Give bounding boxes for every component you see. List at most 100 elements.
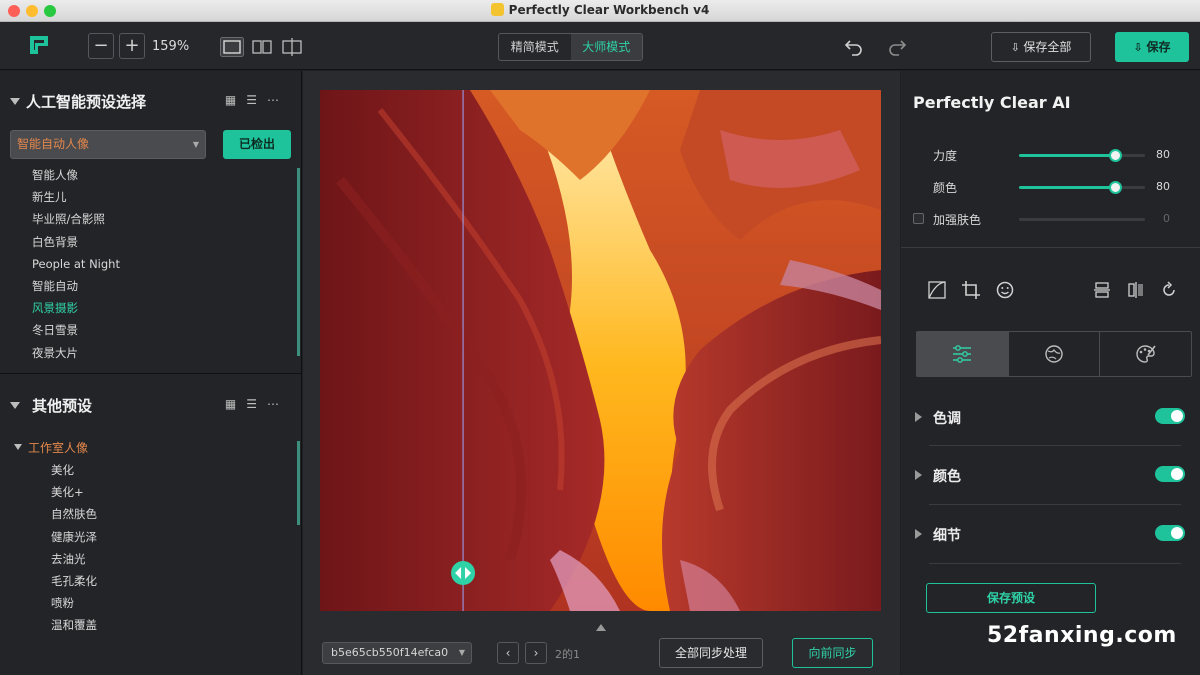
detail-section[interactable]: 细节 [901,519,1200,549]
other-list-scrollbar[interactable] [297,441,300,525]
file-select[interactable]: b5e65cb550f14efca0 ▼ [322,642,472,664]
section-label: 细节 [933,528,961,544]
single-view-icon[interactable] [220,37,244,57]
main-toolbar: − + 159% 精简模式 大师模式 ⇩ 保存全部 ⇩ 保存 [0,22,1200,70]
simple-mode-tab[interactable]: 精简模式 [499,34,571,60]
studio-preset-item[interactable]: 温和覆盖 [51,614,97,636]
ai-preset-item[interactable]: 毕业照/合影照 [32,208,120,230]
master-mode-tab[interactable]: 大师模式 [570,34,642,60]
color-slider-row: 颜色 80 [901,177,1200,197]
studio-preset-list: 美化 美化+ 自然肤色 健康光泽 去油光 毛孔柔化 喷粉 温和覆盖 [51,459,97,637]
studio-preset-item[interactable]: 美化+ [51,481,97,503]
ai-preset-item[interactable]: 白色背景 [32,231,120,253]
studio-preset-item[interactable]: 毛孔柔化 [51,570,97,592]
adjust-tab[interactable] [917,332,1009,376]
zoom-in-button[interactable]: + [119,33,145,59]
list-view-icon[interactable]: ☰ [246,93,267,107]
skin-enhance-slider-row: 加强肤色 0 [901,209,1200,229]
zoom-level: 159% [152,39,190,54]
slider-label: 加强肤色 [933,213,982,227]
save-preset-button[interactable]: 保存预设 [926,583,1096,613]
ai-preset-item[interactable]: 智能人像 [32,164,120,186]
color-section[interactable]: 颜色 [901,460,1200,490]
collapse-caret-icon [10,402,20,409]
slider-handle[interactable] [1108,149,1122,162]
skin-enhance-slider[interactable] [1019,218,1145,221]
undo-icon[interactable] [844,36,864,56]
more-icon[interactable]: ⋯ [267,93,289,107]
other-preset-section-header[interactable]: 其他预设 [10,395,92,416]
slider-handle[interactable] [1108,181,1122,194]
ai-preset-item[interactable]: 夜景大片 [32,342,120,364]
dropdown-arrow-icon: ▼ [192,140,199,149]
grid-view-icon[interactable]: ▦ [225,93,246,107]
strength-slider-row: 力度 80 [901,145,1200,165]
preset-group-studio-portrait[interactable]: 工作室人像 [14,437,88,459]
flip-horizontal-icon[interactable] [1127,281,1145,299]
studio-preset-item[interactable]: 去油光 [51,548,97,570]
window-title: Perfectly Clear Workbench v4 [0,3,1200,17]
slider-fill [1019,186,1115,189]
detail-toggle[interactable] [1155,525,1185,541]
ai-preset-list: 智能人像 新生儿 毕业照/合影照 白色背景 People at Night 智能… [32,164,120,364]
split-view-icon[interactable] [280,37,304,57]
ai-preset-section-header[interactable]: 人工智能预设选择 [10,91,146,112]
list-view-icon[interactable]: ☰ [246,397,267,411]
next-image-button[interactable]: › [525,642,547,664]
group-caret-icon [14,444,22,450]
tone-toggle[interactable] [1155,408,1185,424]
studio-preset-item[interactable]: 喷粉 [51,592,97,614]
ai-preset-item[interactable]: People at Night [32,253,120,275]
watermark-text: 52fanxing.com [987,623,1177,648]
redo-icon[interactable] [887,36,907,56]
ai-preset-item[interactable]: 冬日雪景 [32,319,120,341]
slider-value: 80 [1156,148,1170,161]
curves-icon[interactable] [928,281,946,299]
ai-preset-item[interactable]: 智能自动 [32,275,120,297]
skin-enhance-checkbox[interactable] [913,213,924,224]
rotate-icon[interactable] [1160,281,1178,299]
download-icon: ⇩ [1010,41,1024,54]
effects-tab[interactable] [1009,332,1101,376]
tone-section[interactable]: 色调 [901,402,1200,432]
section-label: 色调 [933,411,961,427]
zoom-out-button[interactable]: − [88,33,114,59]
grid-view-icon[interactable]: ▦ [225,397,246,411]
prev-image-button[interactable]: ‹ [497,642,519,664]
section-divider [929,563,1181,564]
detected-button[interactable]: 已检出 [223,130,291,159]
save-button[interactable]: ⇩ 保存 [1115,32,1189,62]
expand-filmstrip-icon[interactable] [596,624,606,631]
flip-vertical-icon[interactable] [1093,281,1111,299]
ai-list-scrollbar[interactable] [297,168,300,356]
app-logo-icon [30,36,48,54]
side-by-side-view-icon[interactable] [250,37,274,57]
more-icon[interactable]: ⋯ [267,397,289,411]
collapse-caret-icon [10,98,20,105]
photo-preview[interactable] [320,90,881,611]
sliders-icon [953,345,972,363]
studio-preset-item[interactable]: 健康光泽 [51,526,97,548]
ai-section-view-icons: ▦☰⋯ [225,93,289,107]
ai-preset-item[interactable]: 新生儿 [32,186,120,208]
ai-preset-item-active[interactable]: 风景摄影 [32,297,120,319]
color-slider[interactable] [1019,181,1145,194]
ai-preset-select[interactable]: 智能自动人像 ▼ [10,130,206,159]
color-toggle[interactable] [1155,466,1185,482]
mode-switch: 精简模式 大师模式 [498,33,643,61]
panel-divider [901,247,1200,248]
image-workspace: b5e65cb550f14efca0 ▼ ‹ › 2的1 全部同步处理 向前同步 [303,71,900,675]
studio-preset-item[interactable]: 美化 [51,459,97,481]
preset-panel: 人工智能预设选择 ▦☰⋯ 智能自动人像 ▼ 已检出 智能人像 新生儿 毕业照/合… [0,71,302,675]
strength-slider[interactable] [1019,149,1145,162]
face-icon[interactable] [996,281,1014,299]
slider-label: 颜色 [933,181,958,195]
section-label: 颜色 [933,469,961,485]
sync-forward-button[interactable]: 向前同步 [792,638,873,668]
section-divider [929,504,1181,505]
crop-icon[interactable] [962,281,980,299]
save-all-button[interactable]: ⇩ 保存全部 [991,32,1091,62]
sync-all-button[interactable]: 全部同步处理 [659,638,763,668]
studio-preset-item[interactable]: 自然肤色 [51,503,97,525]
looks-tab[interactable] [1100,332,1191,376]
